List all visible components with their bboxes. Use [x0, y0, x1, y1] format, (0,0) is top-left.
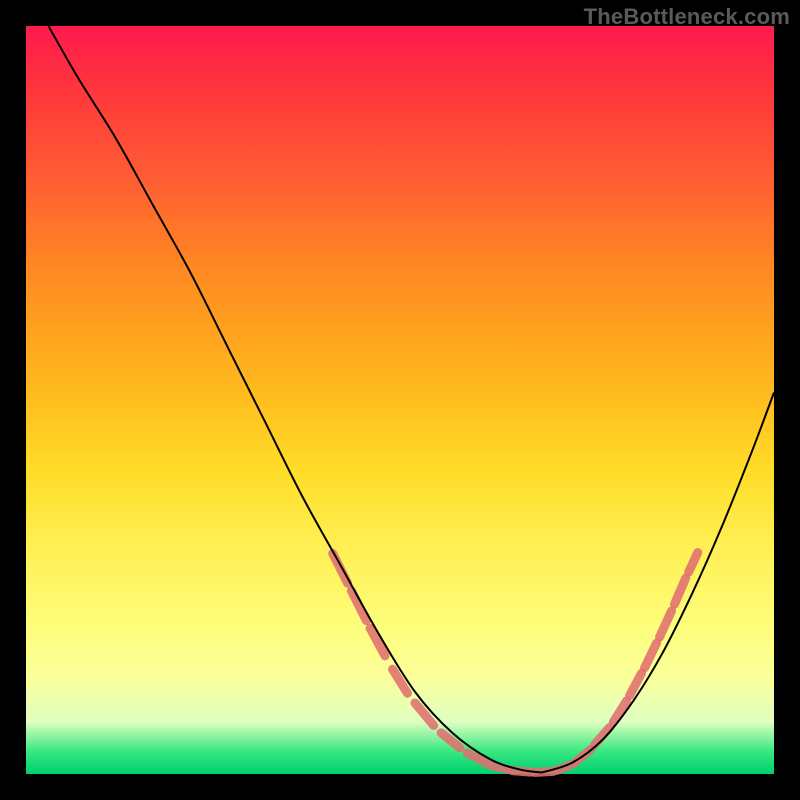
highlight-dash: [675, 578, 686, 604]
highlight-dash: [333, 553, 348, 583]
chart-plot-area: [26, 26, 774, 774]
highlight-dash: [415, 703, 434, 725]
chart-svg: [26, 26, 774, 774]
highlight-dash: [393, 669, 408, 693]
highlight-dash: [351, 591, 366, 621]
highlight-dash: [660, 611, 672, 637]
series-curve-b: [542, 393, 774, 773]
highlight-dashes: [333, 553, 698, 773]
highlight-dash: [689, 553, 698, 572]
highlight-dash: [645, 643, 657, 668]
highlight-dash: [441, 733, 460, 748]
series-curve-a: [48, 26, 542, 773]
